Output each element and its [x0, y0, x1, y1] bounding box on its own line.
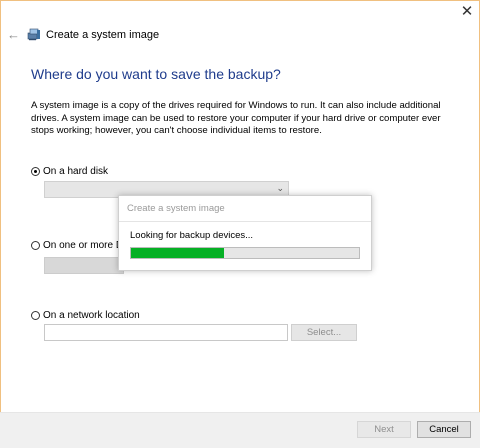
select-button[interactable]: Select...	[291, 324, 357, 341]
radio-dvd[interactable]	[31, 241, 40, 250]
network-location-input[interactable]	[44, 324, 288, 341]
radio-hard-disk[interactable]	[31, 167, 40, 176]
next-button[interactable]: Next	[357, 421, 411, 438]
page-heading: Where do you want to save the backup?	[31, 66, 281, 82]
progress-bar	[130, 247, 360, 259]
chevron-down-icon: ⌄	[276, 183, 284, 193]
option-network[interactable]: On a network location	[31, 310, 140, 321]
cancel-button[interactable]: Cancel	[417, 421, 471, 438]
divider	[119, 221, 371, 222]
option-dvd[interactable]: On one or more DV	[31, 240, 130, 251]
system-image-icon	[27, 28, 40, 41]
back-arrow-icon[interactable]: ←	[7, 28, 21, 41]
option-hard-disk-label: On a hard disk	[43, 166, 109, 177]
progress-message: Looking for backup devices...	[130, 230, 254, 241]
progress-dialog: Create a system image Looking for backup…	[118, 195, 372, 271]
dvd-dropdown	[44, 257, 124, 274]
radio-network[interactable]	[31, 311, 40, 320]
window-title: Create a system image	[46, 29, 160, 41]
option-hard-disk[interactable]: On a hard disk	[31, 166, 108, 177]
close-icon[interactable]: ✕	[456, 3, 478, 21]
description-text: A system image is a copy of the drives r…	[31, 100, 441, 137]
option-network-label: On a network location	[43, 310, 140, 321]
progress-bar-fill	[131, 248, 225, 258]
progress-dialog-title: Create a system image	[127, 203, 225, 214]
option-dvd-label: On one or more DV	[43, 240, 130, 251]
